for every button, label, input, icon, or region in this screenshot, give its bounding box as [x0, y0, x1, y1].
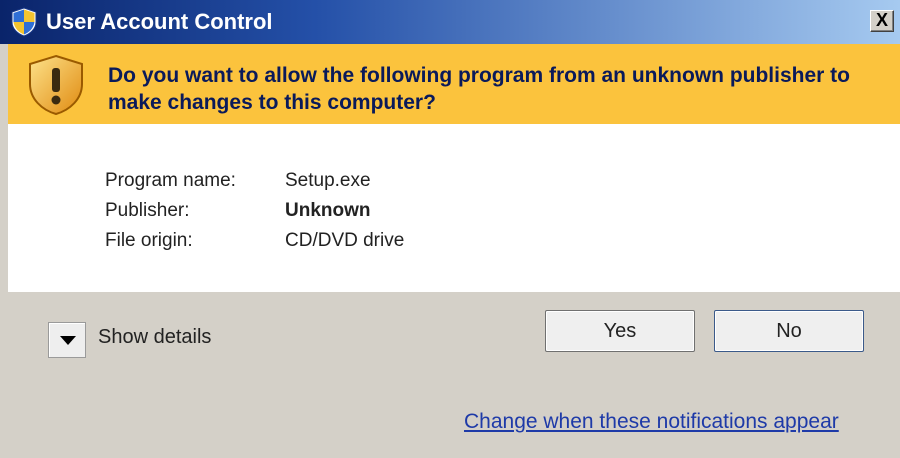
publisher-value: Unknown: [285, 200, 371, 221]
uac-shield-icon: [11, 7, 37, 37]
file-origin-label: File origin:: [105, 230, 193, 251]
publisher-label: Publisher:: [105, 200, 190, 221]
chevron-down-icon: [60, 336, 76, 345]
program-info: Program name: Setup.exe Publisher: Unkno…: [8, 124, 900, 292]
action-area: Show details Yes No Change when these no…: [8, 292, 900, 458]
title-bar: User Account Control X: [0, 0, 900, 44]
yes-button[interactable]: Yes: [545, 310, 695, 352]
change-notifications-link[interactable]: Change when these notifications appear: [464, 410, 839, 434]
banner-message: Do you want to allow the following progr…: [108, 64, 850, 114]
window-border: [0, 44, 8, 458]
uac-dialog: User Account Control X Do you want to al…: [0, 0, 900, 458]
program-name-label: Program name:: [105, 170, 236, 191]
close-button[interactable]: X: [870, 10, 894, 32]
show-details-label[interactable]: Show details: [98, 326, 211, 349]
warning-shield-icon: [29, 54, 83, 116]
file-origin-value: CD/DVD drive: [285, 230, 405, 251]
no-button[interactable]: No: [714, 310, 864, 352]
program-name-value: Setup.exe: [285, 170, 371, 191]
window-title: User Account Control: [46, 9, 273, 34]
show-details-toggle[interactable]: [48, 322, 86, 358]
warning-banner: Do you want to allow the following progr…: [8, 44, 900, 124]
